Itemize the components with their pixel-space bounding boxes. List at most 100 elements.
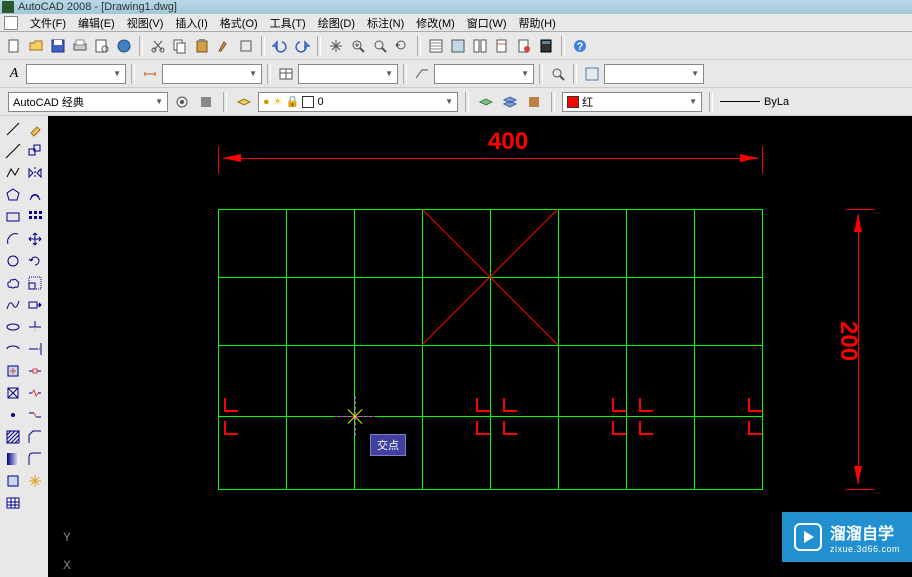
- make-block-icon[interactable]: [2, 382, 23, 403]
- drawing-canvas[interactable]: 400 200: [48, 116, 912, 577]
- quickcalc-icon[interactable]: [536, 36, 556, 56]
- mleaderstyle-icon[interactable]: [412, 64, 432, 84]
- new-icon[interactable]: [4, 36, 24, 56]
- viewport-combo[interactable]: ▼: [604, 64, 704, 84]
- erase-icon[interactable]: [24, 118, 45, 139]
- layer-combo[interactable]: ● ☀ 🔒 0▼: [258, 92, 458, 112]
- menu-file[interactable]: 文件(F): [24, 13, 72, 33]
- menu-format[interactable]: 格式(O): [214, 13, 264, 33]
- trim-icon[interactable]: [24, 316, 45, 337]
- preview-icon[interactable]: [92, 36, 112, 56]
- app-icon: [2, 1, 14, 13]
- layer-previous-icon[interactable]: [476, 92, 496, 112]
- xline-icon[interactable]: [2, 140, 23, 161]
- zoom-previous-icon[interactable]: [392, 36, 412, 56]
- explode-icon[interactable]: [24, 470, 45, 491]
- publish-icon[interactable]: [114, 36, 134, 56]
- zoom-window-icon[interactable]: [370, 36, 390, 56]
- markup-icon[interactable]: [514, 36, 534, 56]
- insert-block-icon[interactable]: [2, 360, 23, 381]
- undo-icon[interactable]: [270, 36, 290, 56]
- chamfer-icon[interactable]: [24, 426, 45, 447]
- menu-help[interactable]: 帮助(H): [513, 13, 562, 33]
- color-combo[interactable]: 红▼: [562, 92, 702, 112]
- menu-window[interactable]: 窗口(W): [461, 13, 513, 33]
- help-icon[interactable]: ?: [570, 36, 590, 56]
- document-icon: [4, 16, 18, 30]
- menu-view[interactable]: 视图(V): [121, 13, 170, 33]
- stretch-icon[interactable]: [24, 294, 45, 315]
- move-icon[interactable]: [24, 228, 45, 249]
- workspace-name: AutoCAD 经典: [13, 94, 84, 110]
- table-icon[interactable]: [2, 492, 23, 513]
- menu-tools[interactable]: 工具(T): [264, 13, 312, 33]
- viewport-icon[interactable]: [582, 64, 602, 84]
- ellipse-arc-icon[interactable]: [2, 338, 23, 359]
- match-icon[interactable]: [214, 36, 234, 56]
- menu-insert[interactable]: 插入(I): [169, 13, 213, 33]
- hatch-icon[interactable]: [2, 426, 23, 447]
- menu-modify[interactable]: 修改(M): [410, 13, 461, 33]
- array-icon[interactable]: [24, 206, 45, 227]
- copy-icon[interactable]: [24, 140, 45, 161]
- region-icon[interactable]: [2, 470, 23, 491]
- block-icon[interactable]: [236, 36, 256, 56]
- plot-icon[interactable]: [70, 36, 90, 56]
- tool-palette-icon[interactable]: [470, 36, 490, 56]
- design-center-icon[interactable]: [448, 36, 468, 56]
- menu-draw[interactable]: 绘图(D): [312, 13, 361, 33]
- layer-name: 0: [317, 96, 323, 108]
- arc-icon[interactable]: [2, 228, 23, 249]
- layer-manager-icon[interactable]: [234, 92, 254, 112]
- find-icon[interactable]: [548, 64, 568, 84]
- scale-icon[interactable]: [24, 272, 45, 293]
- properties-icon[interactable]: [426, 36, 446, 56]
- workspace-save-icon[interactable]: [196, 92, 216, 112]
- watermark-brand: 溜溜自学: [830, 520, 900, 544]
- tablestyle-combo[interactable]: ▼: [298, 64, 398, 84]
- join-icon[interactable]: [24, 404, 45, 425]
- dimstyle-combo[interactable]: ▼: [162, 64, 262, 84]
- menu-dimension[interactable]: 标注(N): [361, 13, 410, 33]
- sheet-set-icon[interactable]: [492, 36, 512, 56]
- mleaderstyle-combo[interactable]: ▼: [434, 64, 534, 84]
- break-icon[interactable]: [24, 382, 45, 403]
- workspace-combo[interactable]: AutoCAD 经典▼: [8, 92, 168, 112]
- ellipse-icon[interactable]: [2, 316, 23, 337]
- save-icon[interactable]: [48, 36, 68, 56]
- workspace-settings-icon[interactable]: [172, 92, 192, 112]
- color-name: 红: [582, 94, 593, 110]
- lineweight-label: ByLa: [764, 96, 789, 108]
- mirror-icon[interactable]: [24, 162, 45, 183]
- pan-icon[interactable]: [326, 36, 346, 56]
- dimstyle-icon[interactable]: [140, 64, 160, 84]
- line-icon[interactable]: [2, 118, 23, 139]
- revcloud-icon[interactable]: [2, 272, 23, 293]
- layer-isolate-icon[interactable]: [524, 92, 544, 112]
- offset-icon[interactable]: [24, 184, 45, 205]
- textstyle-icon[interactable]: A: [4, 64, 24, 84]
- layer-state-icon[interactable]: [500, 92, 520, 112]
- watermark: 溜溜自学 zixue.3d66.com: [782, 512, 912, 562]
- polyline-icon[interactable]: [2, 162, 23, 183]
- extend-icon[interactable]: [24, 338, 45, 359]
- zoom-realtime-icon[interactable]: [348, 36, 368, 56]
- circle-icon[interactable]: [2, 250, 23, 271]
- spline-icon[interactable]: [2, 294, 23, 315]
- textstyle-combo[interactable]: ▼: [26, 64, 126, 84]
- polygon-icon[interactable]: [2, 184, 23, 205]
- redo-icon[interactable]: [292, 36, 312, 56]
- empty-cell: [24, 492, 45, 513]
- paste-icon[interactable]: [192, 36, 212, 56]
- cut-icon[interactable]: [148, 36, 168, 56]
- open-icon[interactable]: [26, 36, 46, 56]
- rotate-icon[interactable]: [24, 250, 45, 271]
- break-at-point-icon[interactable]: [24, 360, 45, 381]
- tablestyle-icon[interactable]: [276, 64, 296, 84]
- point-icon[interactable]: [2, 404, 23, 425]
- rectangle-icon[interactable]: [2, 206, 23, 227]
- fillet-icon[interactable]: [24, 448, 45, 469]
- copy-icon[interactable]: [170, 36, 190, 56]
- menu-edit[interactable]: 编辑(E): [72, 13, 121, 33]
- gradient-icon[interactable]: [2, 448, 23, 469]
